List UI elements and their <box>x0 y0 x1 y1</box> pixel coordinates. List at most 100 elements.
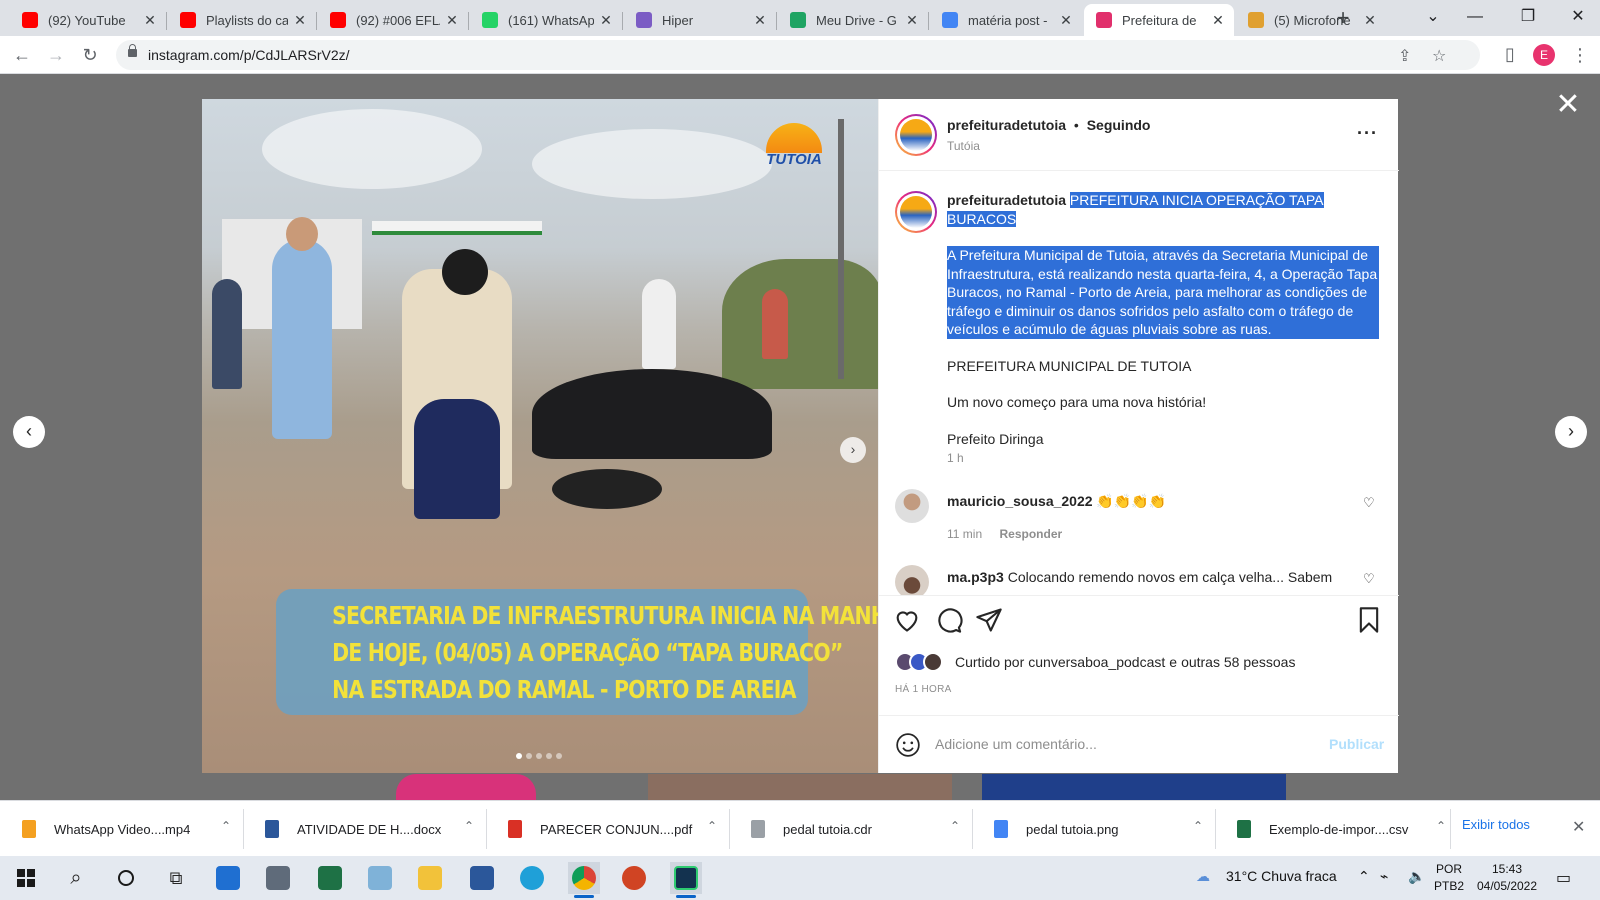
windows-start-icon[interactable] <box>10 862 42 894</box>
carousel-dot[interactable] <box>546 753 552 759</box>
edge-browser-icon[interactable] <box>516 862 548 894</box>
omnibox[interactable]: instagram.com/p/CdJLARSrV2z/ ⇪ ☆ <box>116 40 1480 70</box>
close-tab-icon[interactable]: ✕ <box>142 12 158 29</box>
next-post-arrow-icon[interactable]: › <box>1555 416 1587 448</box>
new-tab-button[interactable]: + <box>1330 6 1356 32</box>
account-avatar[interactable] <box>895 191 937 233</box>
more-options-icon[interactable]: ··· <box>1357 123 1378 144</box>
comment-time[interactable]: 11 min <box>947 527 982 541</box>
word-app-icon[interactable] <box>466 862 498 894</box>
caption-time[interactable]: 1 h <box>947 451 964 465</box>
search-icon[interactable]: ⌕ <box>60 862 92 894</box>
tab-search-chevron-icon[interactable]: ⌄ <box>1410 4 1456 30</box>
publish-button[interactable]: Publicar <box>1329 736 1384 752</box>
browser-tab[interactable]: (5) Microfone ✕ <box>1236 4 1386 36</box>
tray-chevron-icon[interactable]: ⌃ <box>1358 868 1370 885</box>
maximize-button[interactable]: ❐ <box>1505 4 1551 30</box>
cortana-icon[interactable] <box>110 862 142 894</box>
comments-section[interactable]: prefeituradetutoia PREFEITURA INICIA OPE… <box>879 171 1399 595</box>
close-tab-icon[interactable]: ✕ <box>598 12 614 29</box>
comment-input[interactable]: Adicione um comentário... <box>935 736 1097 752</box>
back-button[interactable]: ← <box>10 44 34 68</box>
bookmark-star-icon[interactable]: ☆ <box>1432 46 1446 66</box>
comment-like-heart-icon[interactable]: ♡ <box>1363 571 1375 587</box>
minimize-button[interactable]: — <box>1452 4 1498 30</box>
browser-tab[interactable]: (161) WhatsAp ✕ <box>470 4 622 36</box>
forward-button[interactable]: → <box>44 44 68 68</box>
carousel-dot[interactable] <box>556 753 562 759</box>
close-downloads-bar-icon[interactable]: ✕ <box>1572 817 1585 837</box>
download-item[interactable]: Exemplo-de-impor....csv ⌃ <box>1215 801 1458 857</box>
download-item[interactable]: pedal tutoia.png ⌃ <box>972 801 1215 857</box>
language-indicator[interactable]: POR PTB2 <box>1432 861 1466 895</box>
browser-tab[interactable]: (92) #006 EFLA ✕ <box>318 4 468 36</box>
comment-author[interactable]: ma.p3p3 <box>947 569 1004 585</box>
next-image-arrow-icon[interactable]: › <box>840 437 866 463</box>
powerpoint-app-icon[interactable] <box>618 862 650 894</box>
file-explorer-icon[interactable] <box>414 862 446 894</box>
lock-icon[interactable] <box>128 44 137 57</box>
post-date[interactable]: HÁ 1 HORA <box>895 684 952 695</box>
like-heart-icon[interactable] <box>893 606 921 634</box>
previous-post-arrow-icon[interactable]: ‹ <box>13 416 45 448</box>
close-tab-icon[interactable]: ✕ <box>1210 12 1226 29</box>
weather-text[interactable]: 31°C Chuva fraca <box>1226 868 1337 884</box>
volume-icon[interactable]: 🔈 <box>1408 868 1425 885</box>
download-options-chevron-icon[interactable]: ⌃ <box>464 819 474 833</box>
download-options-chevron-icon[interactable]: ⌃ <box>221 819 231 833</box>
download-item[interactable]: pedal tutoia.cdr ⌃ <box>729 801 972 857</box>
close-tab-icon[interactable]: ✕ <box>904 12 920 29</box>
download-options-chevron-icon[interactable]: ⌃ <box>707 819 717 833</box>
commenter-avatar[interactable] <box>895 565 929 595</box>
reload-button[interactable]: ↻ <box>78 44 102 68</box>
share-paper-plane-icon[interactable] <box>975 606 1003 634</box>
browser-tab[interactable]: (92) YouTube ✕ <box>10 4 166 36</box>
account-name[interactable]: prefeituradetutoia <box>947 117 1066 133</box>
browser-tab[interactable]: Prefeitura de ✕ <box>1084 4 1234 36</box>
download-item[interactable]: ATIVIDADE DE H....docx ⌃ <box>243 801 486 857</box>
comment-bubble-icon[interactable] <box>935 606 963 634</box>
caption-author[interactable]: prefeituradetutoia <box>947 192 1066 208</box>
close-tab-icon[interactable]: ✕ <box>292 12 308 29</box>
calculator-app-icon[interactable] <box>262 862 294 894</box>
chrome-browser-icon[interactable] <box>568 862 600 898</box>
download-item[interactable]: WhatsApp Video....mp4 ⌃ <box>0 801 243 857</box>
profile-avatar[interactable]: E <box>1533 44 1555 66</box>
system-clock[interactable]: 15:43 04/05/2022 <box>1472 861 1542 895</box>
network-icon[interactable]: ⌁ <box>1380 868 1388 885</box>
emoji-icon[interactable] <box>895 732 921 758</box>
post-photo[interactable]: TUTOIA › SECRETARIA DE INFRAESTRUTURA IN… <box>202 99 878 773</box>
close-window-button[interactable]: ✕ <box>1555 4 1600 30</box>
account-avatar[interactable] <box>895 114 937 156</box>
liker-avatar[interactable] <box>923 652 943 672</box>
save-bookmark-icon[interactable] <box>1355 606 1383 634</box>
download-options-chevron-icon[interactable]: ⌃ <box>1193 819 1203 833</box>
app-icon[interactable] <box>364 862 396 894</box>
url-text[interactable]: instagram.com/p/CdJLARSrV2z/ <box>148 47 350 63</box>
show-all-downloads-button[interactable]: Exibir todos <box>1462 817 1530 832</box>
share-icon[interactable]: ⇪ <box>1398 46 1411 66</box>
notifications-icon[interactable]: ▭ <box>1556 868 1571 888</box>
task-view-icon[interactable]: ⧉ <box>160 862 192 894</box>
liker-username[interactable]: cunversaboa_podcast <box>1028 654 1165 670</box>
close-tab-icon[interactable]: ✕ <box>1058 12 1074 29</box>
download-item[interactable]: PARECER CONJUN....pdf ⌃ <box>486 801 729 857</box>
comment-author[interactable]: mauricio_sousa_2022 <box>947 493 1093 509</box>
weather-icon[interactable]: ☁ <box>1196 868 1210 885</box>
browser-tab[interactable]: Playlists do ca ✕ <box>168 4 316 36</box>
browser-tab[interactable]: Hiper ✕ <box>624 4 776 36</box>
close-tab-icon[interactable]: ✕ <box>1362 12 1378 29</box>
carousel-dot[interactable] <box>536 753 542 759</box>
comment-like-heart-icon[interactable]: ♡ <box>1363 495 1375 511</box>
likes-others[interactable]: outras 58 pessoas <box>1181 654 1295 670</box>
browser-tab[interactable]: Meu Drive - G ✕ <box>778 4 928 36</box>
browser-tab[interactable]: matéria post - ✕ <box>930 4 1082 36</box>
browser-menu-icon[interactable]: ⋮ <box>1568 44 1592 68</box>
download-options-chevron-icon[interactable]: ⌃ <box>1436 819 1446 833</box>
carousel-dot[interactable] <box>526 753 532 759</box>
close-modal-icon[interactable]: ✕ <box>1552 90 1584 120</box>
commenter-avatar[interactable] <box>895 489 929 523</box>
location-link[interactable]: Tutóia <box>947 139 980 153</box>
following-button[interactable]: Seguindo <box>1087 117 1151 133</box>
carousel-dot[interactable] <box>516 753 522 759</box>
